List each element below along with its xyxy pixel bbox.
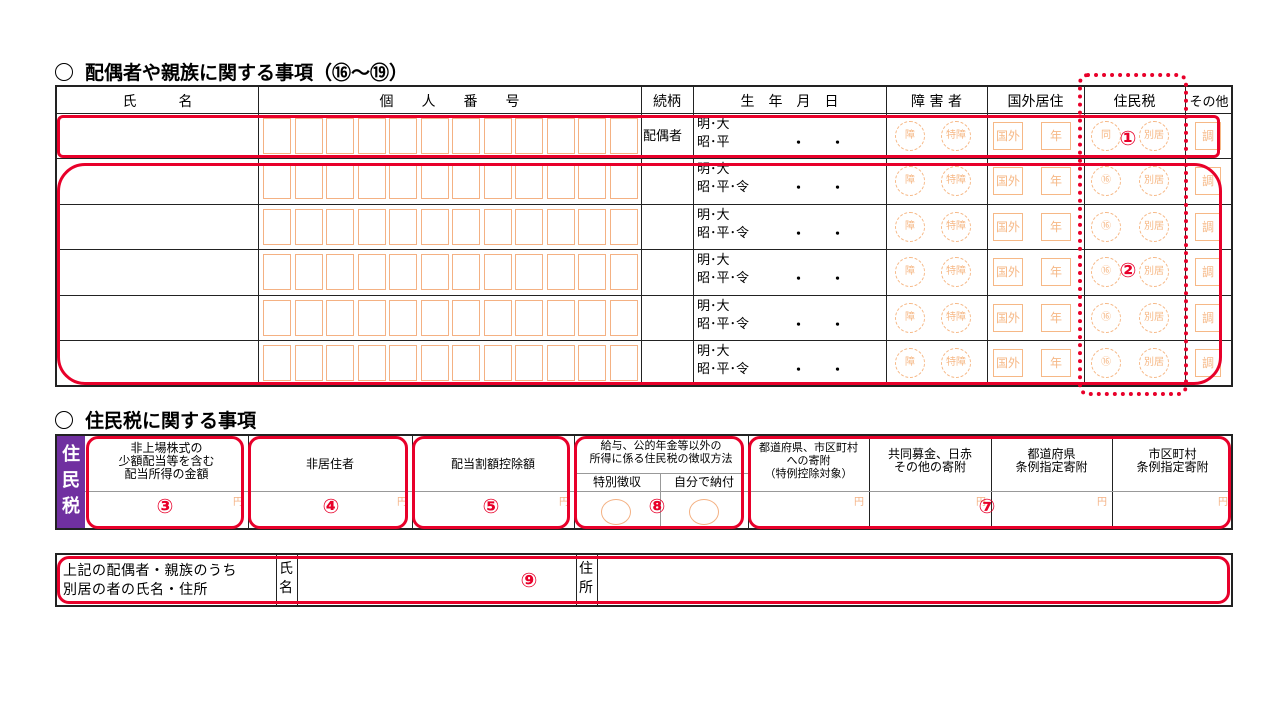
- section-title-family: 配偶者や親族に関する事項（⑯〜⑲）: [55, 58, 408, 85]
- annotation-9: ⑨: [520, 568, 538, 592]
- spouse-row-highlight: [57, 115, 1220, 158]
- annotation-2: ②: [1119, 258, 1137, 282]
- circle-bullet-icon: [55, 411, 73, 429]
- residence-tax-side-label: 住 民 税: [57, 436, 85, 528]
- annotation-4: ④: [322, 494, 340, 518]
- header-relation: 続柄: [653, 94, 681, 110]
- annotation-5: ⑤: [482, 494, 500, 518]
- annotation-3: ③: [156, 494, 174, 518]
- relatives-rows-highlight: [57, 163, 1222, 385]
- header-name: 氏 名: [122, 94, 193, 110]
- header-birthdate: 生 年 月 日: [740, 94, 839, 110]
- separate-residence-highlight: [57, 556, 1230, 604]
- annotation-7: ⑦: [978, 494, 996, 518]
- header-other: その他: [1189, 95, 1229, 110]
- header-abroad: 国外居住: [1007, 94, 1064, 110]
- annotation-8: ⑧: [648, 494, 666, 518]
- header-disabled: 障 害 者: [911, 94, 962, 110]
- section-title-residence-tax: 住民税に関する事項: [55, 406, 256, 433]
- side-label-text: 住 民 税: [62, 444, 80, 517]
- circle-bullet-icon: [55, 63, 73, 81]
- annotation-1: ①: [1119, 126, 1137, 150]
- header-personal-number: 個 人 番 号: [379, 94, 520, 110]
